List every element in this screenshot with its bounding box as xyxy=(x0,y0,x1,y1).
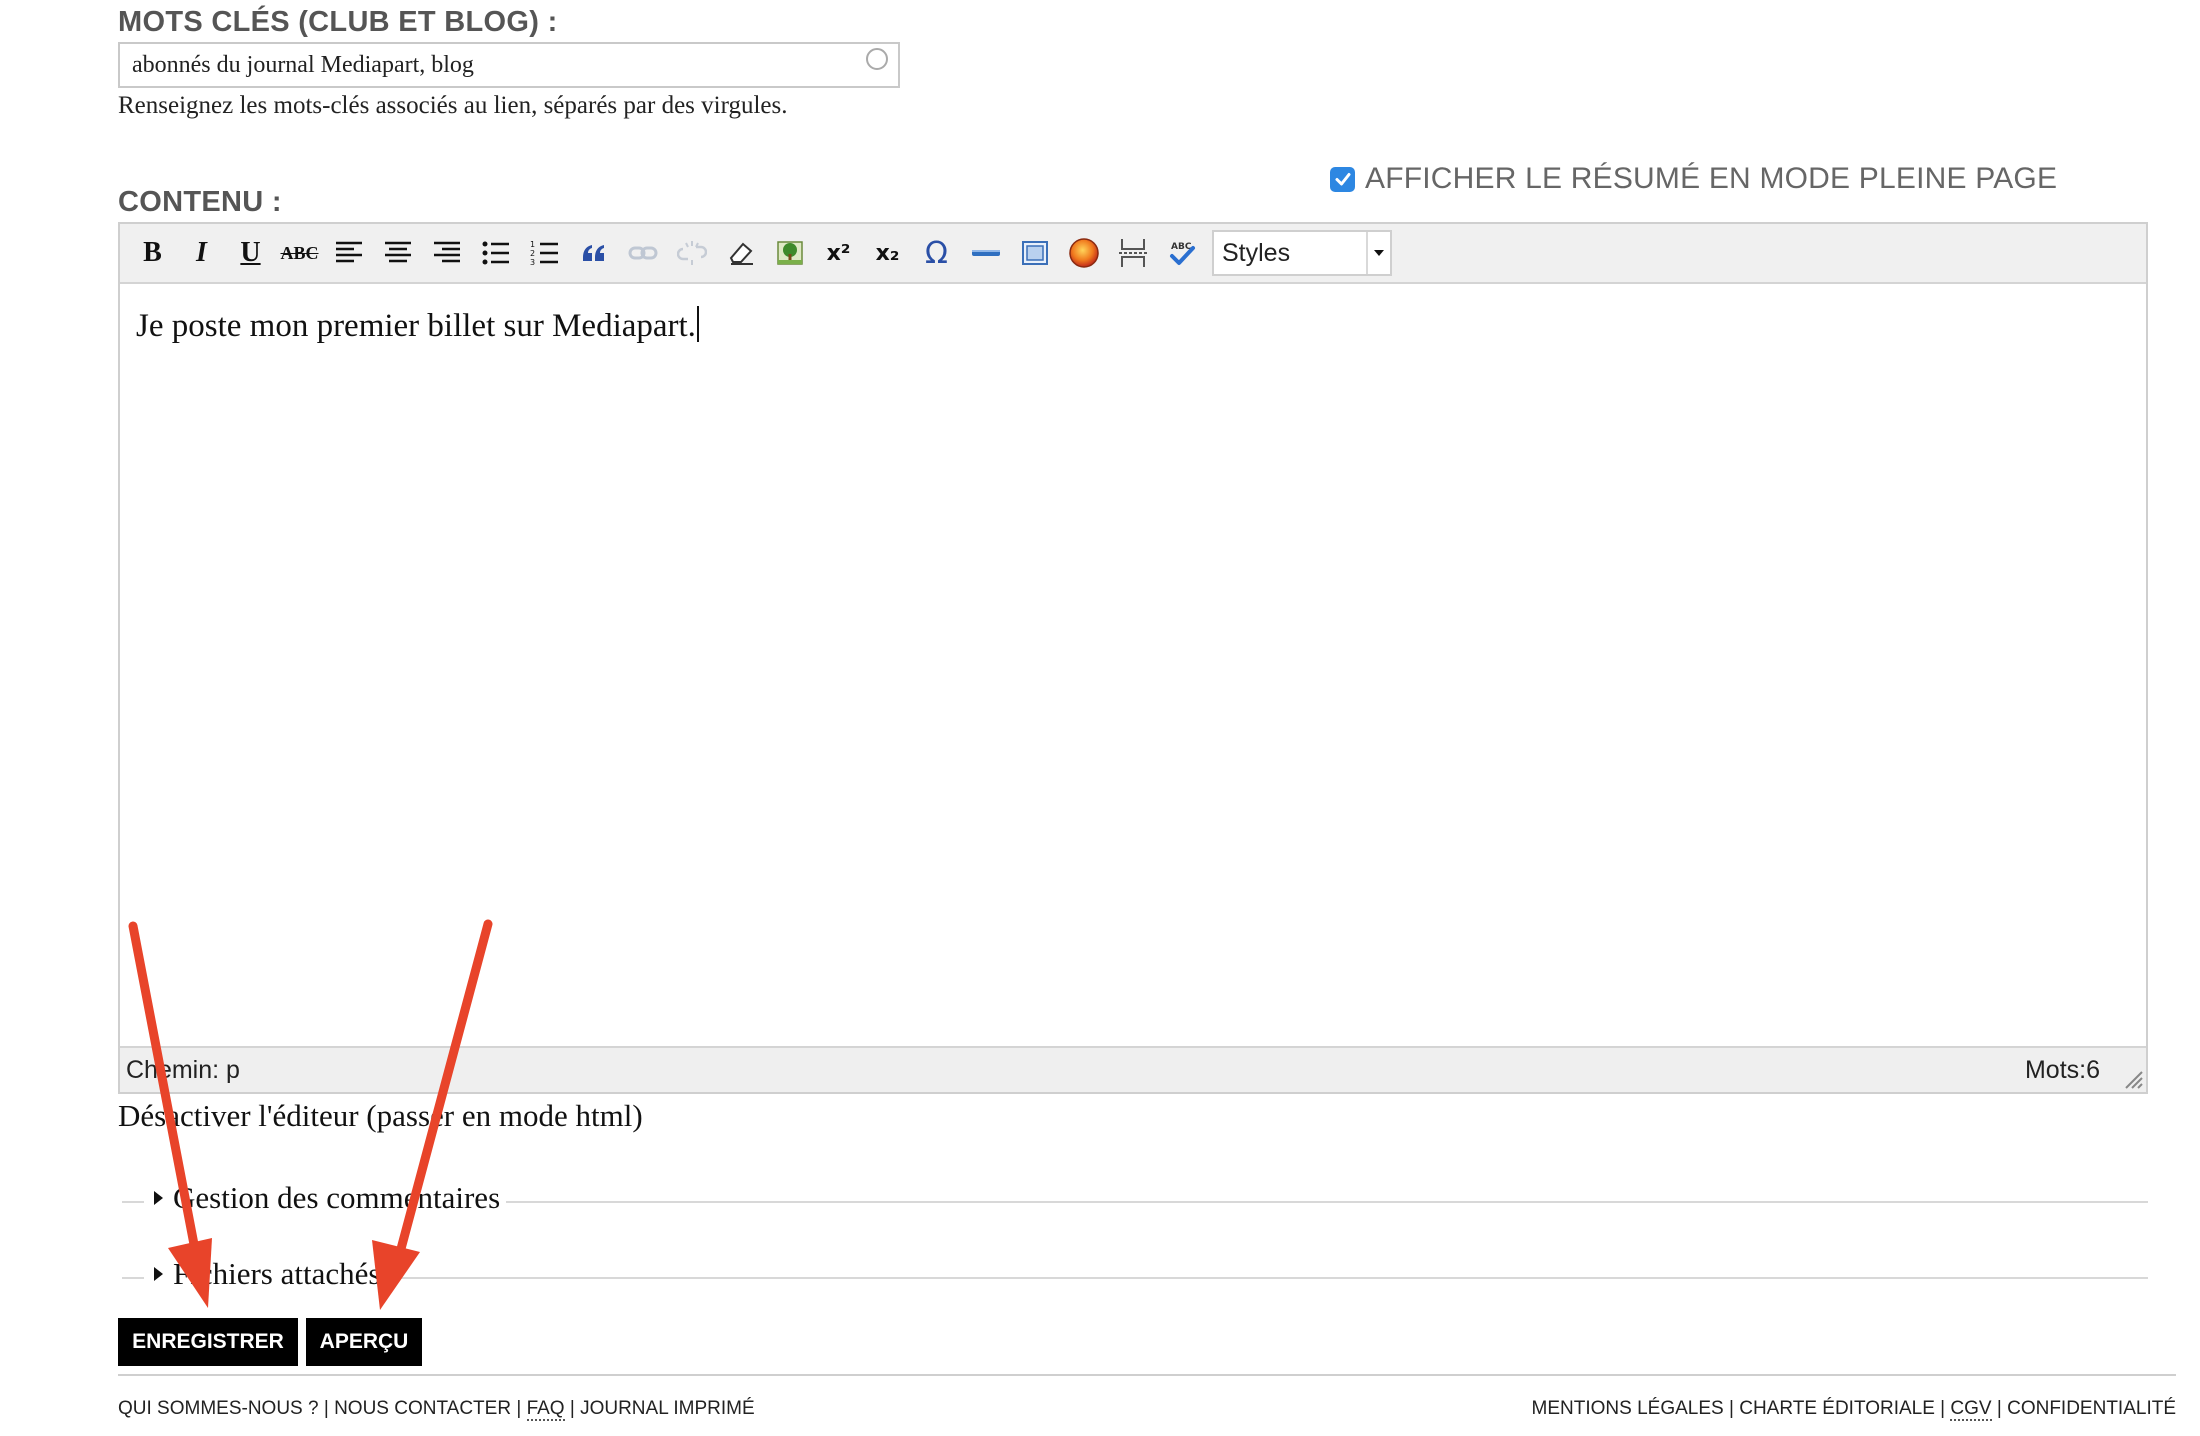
footer-link-contact[interactable]: NOUS CONTACTER xyxy=(334,1398,511,1419)
footer-link-about[interactable]: QUI SOMMES-NOUS ? xyxy=(118,1398,319,1419)
italic-button[interactable]: I xyxy=(177,230,226,276)
unlink-button[interactable] xyxy=(667,230,716,276)
horizontal-rule-button[interactable] xyxy=(961,230,1010,276)
summary-option-label: AFFICHER LE RÉSUMÉ EN MODE PLEINE PAGE xyxy=(1365,162,2058,195)
align-left-icon xyxy=(335,241,362,263)
numbered-list-icon: 123 xyxy=(530,240,558,267)
omega-label: Ω xyxy=(925,235,948,271)
align-right-button[interactable] xyxy=(422,230,471,276)
align-center-icon xyxy=(384,241,411,263)
bullet-list-icon xyxy=(482,241,509,265)
table-icon xyxy=(1021,241,1048,265)
insert-image-button[interactable] xyxy=(765,230,814,276)
keywords-help-text: Renseignez les mots-clés associés au lie… xyxy=(118,92,788,119)
bold-button[interactable]: B xyxy=(128,230,177,276)
footer-link-faq[interactable]: FAQ xyxy=(526,1398,565,1421)
svg-text:1: 1 xyxy=(530,240,535,249)
text-caret xyxy=(696,306,699,342)
numbered-list-button[interactable]: 123 xyxy=(520,230,569,276)
align-left-button[interactable] xyxy=(324,230,373,276)
footer-right-links: MENTIONS LÉGALES | CHARTE ÉDITORIALE | C… xyxy=(1531,1398,2176,1421)
editor-paragraph[interactable]: Je poste mon premier billet sur Mediapar… xyxy=(136,306,699,345)
toggle-editor-link[interactable]: Désactiver l'éditeur (passer en mode htm… xyxy=(118,1098,643,1134)
element-path: Chemin: p xyxy=(126,1056,240,1084)
underline-button[interactable]: U xyxy=(226,230,275,276)
editor-text: Je poste mon premier billet sur Mediapar… xyxy=(136,308,696,344)
footer-divider xyxy=(118,1374,2176,1376)
save-button[interactable]: ENREGISTRER xyxy=(118,1318,298,1366)
quote-icon xyxy=(582,245,604,261)
italic-label: I xyxy=(196,237,207,268)
footer-link-cgv[interactable]: CGV xyxy=(1950,1398,1992,1421)
attachments-section-title: Fichiers attachés xyxy=(173,1256,381,1291)
bold-label: B xyxy=(143,237,162,268)
keywords-label: MOTS CLÉS (CLUB ET BLOG) : xyxy=(118,6,558,38)
clear-format-button[interactable] xyxy=(716,230,765,276)
editor-content-area[interactable]: Je poste mon premier billet sur Mediapar… xyxy=(120,284,2146,1048)
styles-dropdown-value: Styles xyxy=(1222,238,1291,267)
unlink-icon xyxy=(676,241,707,265)
svg-text:2: 2 xyxy=(530,249,535,258)
underline-label: U xyxy=(240,237,261,268)
image-icon xyxy=(776,241,803,265)
resize-grip-icon[interactable] xyxy=(2122,1068,2144,1090)
strikethrough-button[interactable]: ABC xyxy=(275,230,324,276)
editor-toolbar: B I U ABC 123 x² x₂ Ω ABC Styles xyxy=(120,224,2146,284)
footer-link-legal[interactable]: MENTIONS LÉGALES xyxy=(1532,1398,1724,1419)
keywords-input[interactable] xyxy=(118,42,900,88)
media-button[interactable] xyxy=(1059,230,1108,276)
subscript-button[interactable]: x₂ xyxy=(863,230,912,276)
superscript-label: x² xyxy=(826,240,851,266)
footer-link-print-journal[interactable]: JOURNAL IMPRIMÉ xyxy=(580,1398,755,1419)
subscript-label: x₂ xyxy=(875,240,900,266)
page-break-button[interactable] xyxy=(1108,230,1157,276)
clear-icon[interactable] xyxy=(866,48,888,70)
comments-section-toggle[interactable]: Gestion des commentaires xyxy=(144,1180,507,1216)
expand-arrow-icon xyxy=(154,1267,163,1281)
footer-link-privacy[interactable]: CONFIDENTIALITÉ xyxy=(2007,1398,2176,1419)
align-center-button[interactable] xyxy=(373,230,422,276)
summary-checkbox[interactable] xyxy=(1330,166,1355,192)
expand-arrow-icon xyxy=(154,1191,163,1205)
styles-dropdown[interactable]: Styles xyxy=(1212,230,1392,276)
blockquote-button[interactable] xyxy=(569,230,618,276)
svg-text:3: 3 xyxy=(530,258,535,267)
eraser-icon xyxy=(729,242,753,265)
footer-left-links: QUI SOMMES-NOUS ? | NOUS CONTACTER | FAQ… xyxy=(118,1398,755,1421)
preview-button[interactable]: APERÇU xyxy=(306,1318,422,1366)
editor-statusbar: Chemin: p Mots:6 xyxy=(120,1046,2146,1092)
link-icon xyxy=(628,246,657,260)
page-break-icon xyxy=(1118,239,1147,267)
comments-section-title: Gestion des commentaires xyxy=(173,1180,501,1215)
summary-option[interactable]: AFFICHER LE RÉSUMÉ EN MODE PLEINE PAGE xyxy=(1330,162,2057,196)
attachments-section-toggle[interactable]: Fichiers attachés xyxy=(144,1256,387,1292)
insert-link-button[interactable] xyxy=(618,230,667,276)
footer-link-editorial-charter[interactable]: CHARTE ÉDITORIALE xyxy=(1739,1398,1935,1419)
word-count: Mots:6 xyxy=(2024,1056,2100,1084)
align-right-icon xyxy=(433,241,460,263)
media-icon xyxy=(1068,238,1099,268)
table-button[interactable] xyxy=(1010,230,1059,276)
dropdown-arrow-icon xyxy=(1366,232,1390,274)
spellcheck-button[interactable]: ABC xyxy=(1157,230,1206,276)
bullet-list-button[interactable] xyxy=(471,230,520,276)
spellcheck-icon: ABC xyxy=(1169,242,1195,265)
superscript-button[interactable]: x² xyxy=(814,230,863,276)
strikethrough-label: ABC xyxy=(280,242,319,263)
horizontal-rule-icon xyxy=(971,250,1000,256)
special-char-button[interactable]: Ω xyxy=(912,230,961,276)
checkmark-icon xyxy=(1335,173,1350,186)
attachments-section-divider xyxy=(122,1277,2148,1279)
rich-text-editor: B I U ABC 123 x² x₂ Ω ABC Styles Je post… xyxy=(118,222,2148,1094)
content-label: CONTENU : xyxy=(118,186,282,218)
